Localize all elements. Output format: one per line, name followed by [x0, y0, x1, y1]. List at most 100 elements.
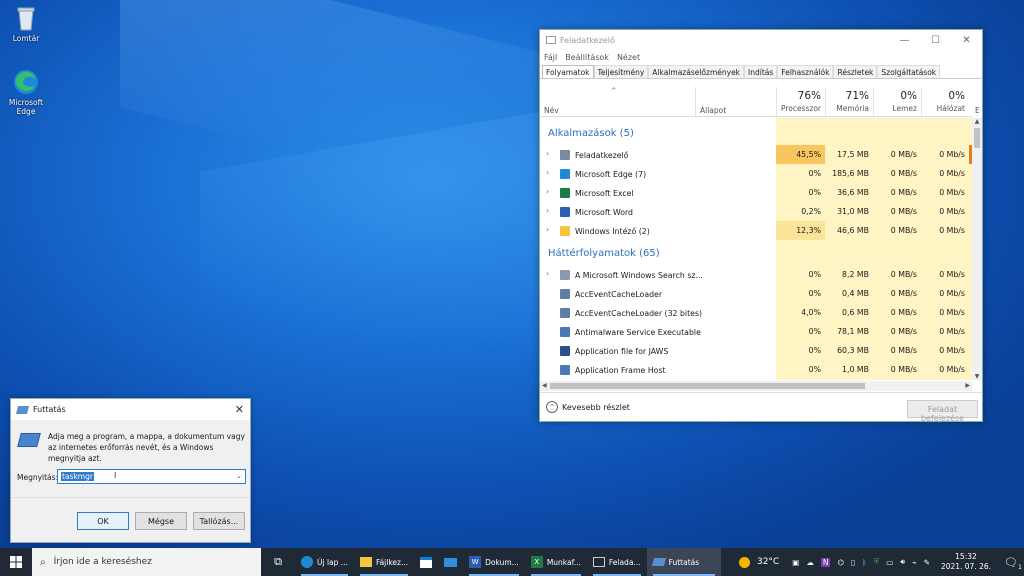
ok-button[interactable]: OK: [77, 512, 129, 530]
onenote-icon[interactable]: N: [820, 557, 831, 567]
hotspot-icon[interactable]: ⌬: [837, 558, 844, 567]
clock-date: 2021. 07. 26.: [940, 562, 992, 571]
close-icon[interactable]: ✕: [235, 403, 244, 416]
tab-app-history[interactable]: Alkalmazáselőzmények: [648, 65, 745, 78]
search-box[interactable]: ⌕ Írjon ide a kereséshez: [32, 548, 261, 576]
process-cpu-cell: 12,3%: [776, 221, 825, 240]
process-name-cell: Feladatkezelő: [560, 150, 628, 160]
phone-icon[interactable]: ▯: [851, 558, 855, 567]
process-row[interactable]: Application file for JAWS 0% 60,3 MB 0 MB/s…: [540, 341, 972, 360]
expand-chevron-icon[interactable]: ›: [546, 149, 549, 158]
taskbar-app-word[interactable]: W Dokum...: [463, 548, 525, 576]
taskbar-app-excel[interactable]: X Munkaf...: [525, 548, 587, 576]
onedrive-icon[interactable]: ☁: [806, 558, 814, 567]
desktop-icon-label: Microsoft Edge: [8, 98, 44, 116]
process-row[interactable]: Antimalware Service Executable 0% 78,1 MB 0…: [540, 322, 972, 341]
taskbar-app-explorer[interactable]: Fájlkez...: [354, 548, 414, 576]
recycle-bin-icon: [12, 4, 40, 32]
bluetooth-icon[interactable]: ᛒ: [862, 558, 867, 567]
open-input[interactable]: taskmgr: [61, 472, 94, 481]
weather-icon[interactable]: [738, 556, 750, 568]
column-network[interactable]: 0% Hálózat: [921, 87, 969, 117]
menu-view[interactable]: Nézet: [617, 53, 640, 62]
temperature[interactable]: 32°C: [757, 557, 779, 567]
expand-chevron-icon[interactable]: ›: [546, 187, 549, 196]
taskbar-app-edge[interactable]: Új lap ...: [295, 548, 354, 576]
scroll-down-icon[interactable]: ▼: [972, 373, 982, 380]
expand-chevron-icon[interactable]: ›: [546, 269, 549, 278]
vertical-scrollbar[interactable]: ▲ ▼: [972, 118, 982, 380]
expand-chevron-icon[interactable]: ›: [546, 225, 549, 234]
taskbar-app-taskmgr[interactable]: Felada...: [587, 548, 647, 576]
display-icon[interactable]: ▭: [886, 558, 893, 567]
tab-performance[interactable]: Teljesítmény: [593, 65, 649, 78]
process-row[interactable]: › Feladatkezelő 45,5% 17,5 MB 0 MB/s 0 Mb/s: [540, 145, 972, 164]
footer: ⌃ Kevesebb részlet Feladat befejezése: [540, 392, 982, 423]
maximize-icon[interactable]: ☐: [920, 35, 951, 46]
process-row[interactable]: Application Frame Host 0% 1,0 MB 0 MB/s 0 Mb…: [540, 360, 972, 379]
process-name: Microsoft Edge (7): [575, 169, 647, 179]
process-name: Antimalware Service Executable: [575, 327, 701, 337]
window-title: Futtatás: [33, 405, 66, 414]
close-icon[interactable]: ✕: [951, 35, 982, 46]
process-row[interactable]: › Microsoft Edge (7) 0% 185,6 MB 0 MB/s 0 Mb/…: [540, 164, 972, 183]
taskbar-app-store[interactable]: [414, 548, 438, 576]
tab-details[interactable]: Részletek: [833, 65, 878, 78]
column-memory[interactable]: 71% Memória: [825, 87, 873, 117]
chevron-down-icon[interactable]: ⌄: [236, 472, 242, 480]
title-bar[interactable]: Feladatkezelő — ☐ ✕: [540, 30, 982, 50]
horizontal-scrollbar[interactable]: ◀ ▶: [540, 381, 972, 391]
column-status[interactable]: Állapot: [695, 87, 776, 117]
cancel-button[interactable]: Mégse: [135, 512, 187, 530]
column-extra[interactable]: E: [975, 106, 980, 115]
fewer-details-link[interactable]: Kevesebb részlet: [562, 403, 630, 412]
defender-icon[interactable]: ⛨: [874, 557, 880, 567]
scroll-right-icon[interactable]: ▶: [965, 382, 970, 389]
process-row[interactable]: › Microsoft Word 0,2% 31,0 MB 0 MB/s 0 Mb/s: [540, 202, 972, 221]
process-mem-cell: 31,0 MB: [837, 207, 869, 216]
volume-icon[interactable]: 🔊︎: [900, 557, 905, 567]
desktop-icon-recycle-bin[interactable]: Lomtár: [0, 4, 52, 43]
process-mem-cell: 78,1 MB: [837, 327, 869, 336]
end-task-button[interactable]: Feladat befejezése: [907, 400, 978, 423]
column-cpu[interactable]: 76% Processzor: [776, 87, 825, 117]
tab-users[interactable]: Felhasználók: [777, 65, 834, 78]
tray-app-icon[interactable]: ▣: [792, 558, 799, 567]
scroll-thumb[interactable]: [974, 128, 980, 148]
expand-chevron-icon[interactable]: ›: [546, 168, 549, 177]
process-row[interactable]: AccEventCacheLoader (32 bites) 4,0% 0,6 MB…: [540, 303, 972, 322]
menu-file[interactable]: Fájl: [544, 53, 557, 62]
process-row[interactable]: › Microsoft Excel 0% 36,6 MB 0 MB/s 0 Mb/s: [540, 183, 972, 202]
column-name[interactable]: Név: [544, 106, 559, 115]
scroll-thumb-h[interactable]: [550, 383, 865, 389]
browse-button[interactable]: Tallózás...: [193, 512, 245, 530]
column-disk[interactable]: 0% Lemez: [873, 87, 921, 117]
process-row[interactable]: › A Microsoft Windows Search sz... 0% 8,2 M…: [540, 265, 972, 284]
clock[interactable]: 15:32 2021. 07. 26.: [941, 552, 991, 572]
pen-icon[interactable]: ✎: [924, 558, 930, 567]
minimize-icon[interactable]: —: [889, 35, 920, 46]
task-view-icon[interactable]: ⧉: [261, 555, 295, 569]
process-icon: [560, 207, 570, 217]
tab-startup[interactable]: Indítás: [744, 65, 778, 78]
process-row[interactable]: AccEventCacheLoader 0% 0,4 MB 0 MB/s 0 Mb/s: [540, 284, 972, 303]
process-mem-cell: 0,4 MB: [842, 289, 869, 298]
process-icon: [560, 346, 570, 356]
process-row[interactable]: › Windows Intéző (2) 12,3% 46,6 MB 0 MB/s 0 M…: [540, 221, 972, 240]
taskbar-app-run[interactable]: Futtatás: [646, 548, 722, 576]
taskbar-app-mail[interactable]: [438, 548, 463, 576]
notification-icon[interactable]: 🗨︎ 1: [1004, 556, 1022, 571]
tab-services[interactable]: Szolgáltatások: [877, 65, 941, 78]
menu-options[interactable]: Beállítások: [565, 53, 609, 62]
fewer-details-icon[interactable]: ⌃: [546, 401, 558, 413]
tab-processes[interactable]: Folyamatok: [542, 65, 594, 78]
title-bar[interactable]: Futtatás ✕: [11, 399, 250, 420]
desktop-icon-edge[interactable]: Microsoft Edge: [0, 68, 52, 116]
app-icon: [546, 36, 556, 44]
network-icon[interactable]: ⌁: [912, 558, 917, 567]
start-button[interactable]: [0, 548, 32, 576]
scroll-left-icon[interactable]: ◀: [542, 382, 547, 389]
scroll-up-icon[interactable]: ▲: [972, 118, 982, 128]
open-combobox[interactable]: taskmgr I ⌄: [57, 469, 246, 484]
expand-chevron-icon[interactable]: ›: [546, 206, 549, 215]
